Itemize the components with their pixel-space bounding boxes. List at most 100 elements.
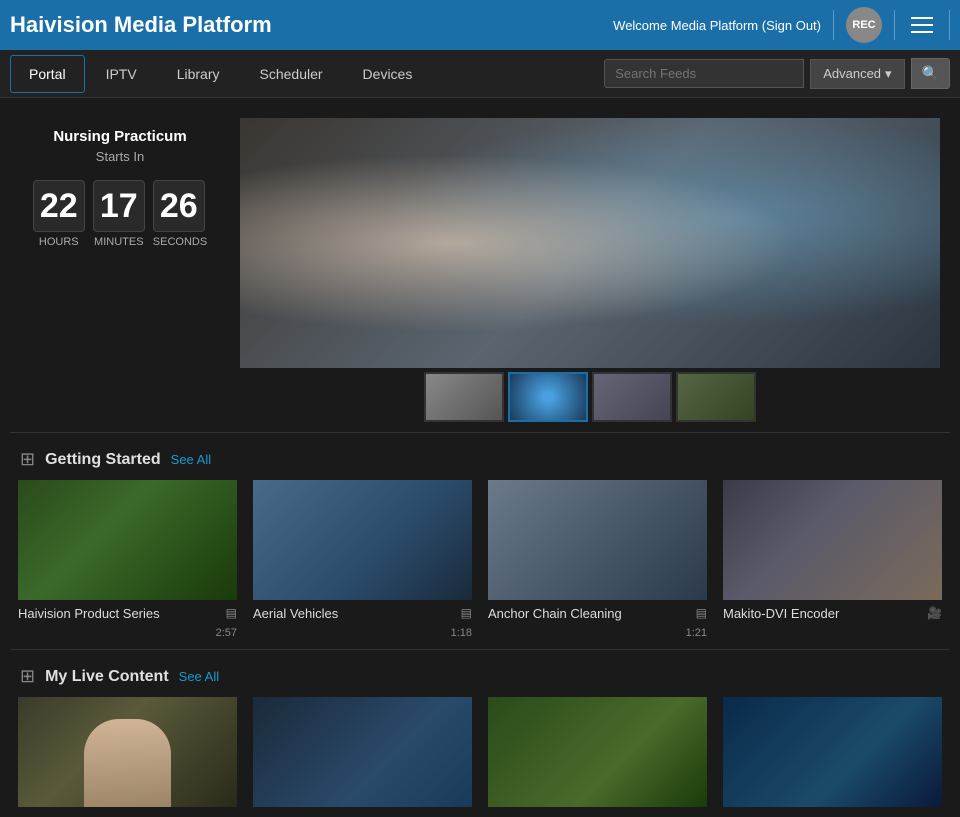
menu-button[interactable] xyxy=(907,13,937,37)
video-info-1: Haivision Product Series ▤ xyxy=(18,600,237,627)
search-button[interactable]: 🔍 xyxy=(911,58,950,89)
logo-prefix: Hai xyxy=(10,12,44,37)
divider2 xyxy=(894,10,895,40)
nav-tabs: Portal IPTV Library Scheduler Devices xyxy=(10,55,604,93)
video-meta-2: ▤ xyxy=(461,606,472,620)
top-right-controls: Welcome Media Platform (Sign Out) REC xyxy=(613,7,950,43)
minutes-label: Minutes xyxy=(93,236,145,248)
live-content-title: My Live Content xyxy=(45,668,169,686)
live-content-header: ⊞ My Live Content See All xyxy=(0,656,960,697)
featured-video[interactable] xyxy=(240,118,940,422)
seconds-label: Seconds xyxy=(153,236,207,248)
chevron-down-icon: ▾ xyxy=(885,66,892,82)
video-duration-1: 2:57 xyxy=(18,627,237,639)
advanced-button[interactable]: Advanced ▾ xyxy=(810,59,904,89)
seconds-value: 26 xyxy=(153,180,205,232)
video-card-2[interactable]: Aerial Vehicles ▤ 1:18 xyxy=(245,480,480,639)
video-thumb-1 xyxy=(18,480,237,600)
advanced-label: Advanced xyxy=(823,66,881,81)
divider-getting-started xyxy=(10,432,950,433)
live-content-grid xyxy=(0,697,960,817)
getting-started-header: ⊞ Getting Started See All xyxy=(0,439,960,480)
getting-started-grid: Haivision Product Series ▤ 2:57 Aerial V… xyxy=(0,480,960,649)
video-title-1: Haivision Product Series xyxy=(18,606,226,621)
live-card-1[interactable] xyxy=(10,697,245,807)
video-card-3[interactable]: Anchor Chain Cleaning ▤ 1:21 xyxy=(480,480,715,639)
live-thumb-4 xyxy=(723,697,942,807)
video-info-3: Anchor Chain Cleaning ▤ xyxy=(488,600,707,627)
video-thumb-4 xyxy=(723,480,942,600)
live-thumb-3 xyxy=(488,697,707,807)
video-type-icon-2: ▤ xyxy=(461,606,472,620)
tab-portal[interactable]: Portal xyxy=(10,55,85,93)
rec-button[interactable]: REC xyxy=(846,7,882,43)
thumb-4[interactable] xyxy=(676,372,756,422)
video-thumb-3 xyxy=(488,480,707,600)
video-duration-3: 1:21 xyxy=(488,627,707,639)
video-title-2: Aerial Vehicles xyxy=(253,606,461,621)
video-title-3: Anchor Chain Cleaning xyxy=(488,606,696,621)
main-content: Nursing Practicum Starts In 22 Hours 17 … xyxy=(0,98,960,817)
count-minutes: 17 Minutes xyxy=(93,180,145,248)
divider xyxy=(833,10,834,40)
menu-line3 xyxy=(911,31,933,33)
count-seconds: 26 Seconds xyxy=(153,180,207,248)
video-meta-1: ▤ xyxy=(226,606,237,620)
top-bar: Haivision Media Platform Welcome Media P… xyxy=(0,0,960,50)
live-card-4[interactable] xyxy=(715,697,950,807)
thumb-2[interactable] xyxy=(508,372,588,422)
divider3 xyxy=(949,10,950,40)
tab-devices[interactable]: Devices xyxy=(344,55,432,93)
hours-value: 22 xyxy=(33,180,85,232)
nav-bar: Portal IPTV Library Scheduler Devices Ad… xyxy=(0,50,960,98)
divider-live-content xyxy=(10,649,950,650)
search-input[interactable] xyxy=(604,59,804,88)
countdown-numbers: 22 Hours 17 Minutes 26 Seconds xyxy=(20,180,220,248)
minutes-value: 17 xyxy=(93,180,145,232)
hours-label: Hours xyxy=(33,236,85,248)
search-icon: 🔍 xyxy=(922,65,939,81)
video-card-1[interactable]: Haivision Product Series ▤ 2:57 xyxy=(10,480,245,639)
tab-scheduler[interactable]: Scheduler xyxy=(241,55,342,93)
tab-library[interactable]: Library xyxy=(158,55,239,93)
video-main[interactable] xyxy=(240,118,940,368)
video-thumb-2 xyxy=(253,480,472,600)
thumb-img-3 xyxy=(594,374,670,420)
thumb-img-4 xyxy=(678,374,754,420)
grid-icon: ⊞ xyxy=(20,449,35,470)
tab-iptv[interactable]: IPTV xyxy=(87,55,156,93)
video-thumbnails xyxy=(240,372,940,422)
getting-started-see-all[interactable]: See All xyxy=(171,452,211,467)
thumb-1[interactable] xyxy=(424,372,504,422)
welcome-text: Welcome Media Platform (Sign Out) xyxy=(613,18,821,33)
video-info-2: Aerial Vehicles ▤ xyxy=(253,600,472,627)
count-hours: 22 Hours xyxy=(33,180,85,248)
live-card-2[interactable] xyxy=(245,697,480,807)
featured-subtitle: Starts In xyxy=(20,149,220,164)
nav-search: Advanced ▾ 🔍 xyxy=(604,58,950,89)
video-title-4: Makito-DVI Encoder xyxy=(723,606,927,621)
video-placeholder xyxy=(240,118,940,368)
video-info-4: Makito-DVI Encoder 🎥 xyxy=(723,600,942,627)
logo-suffix: vision Media Platform xyxy=(44,12,271,37)
thumb-img-1 xyxy=(426,374,502,420)
menu-line2 xyxy=(911,24,933,26)
live-thumb-1 xyxy=(18,697,237,807)
video-duration-2: 1:18 xyxy=(253,627,472,639)
menu-line1 xyxy=(911,17,933,19)
thumb-img-2 xyxy=(510,374,586,420)
video-meta-3: ▤ xyxy=(696,606,707,620)
video-type-icon-4: 🎥 xyxy=(927,606,942,620)
video-type-icon-1: ▤ xyxy=(226,606,237,620)
countdown-box: Nursing Practicum Starts In 22 Hours 17 … xyxy=(20,118,220,248)
video-card-4[interactable]: Makito-DVI Encoder 🎥 xyxy=(715,480,950,639)
thumb-3[interactable] xyxy=(592,372,672,422)
video-type-icon-3: ▤ xyxy=(696,606,707,620)
featured-title: Nursing Practicum xyxy=(20,128,220,145)
live-thumb-2 xyxy=(253,697,472,807)
live-content-see-all[interactable]: See All xyxy=(179,669,219,684)
getting-started-title: Getting Started xyxy=(45,451,161,469)
video-meta-4: 🎥 xyxy=(927,606,942,620)
featured-section: Nursing Practicum Starts In 22 Hours 17 … xyxy=(0,98,960,432)
live-card-3[interactable] xyxy=(480,697,715,807)
